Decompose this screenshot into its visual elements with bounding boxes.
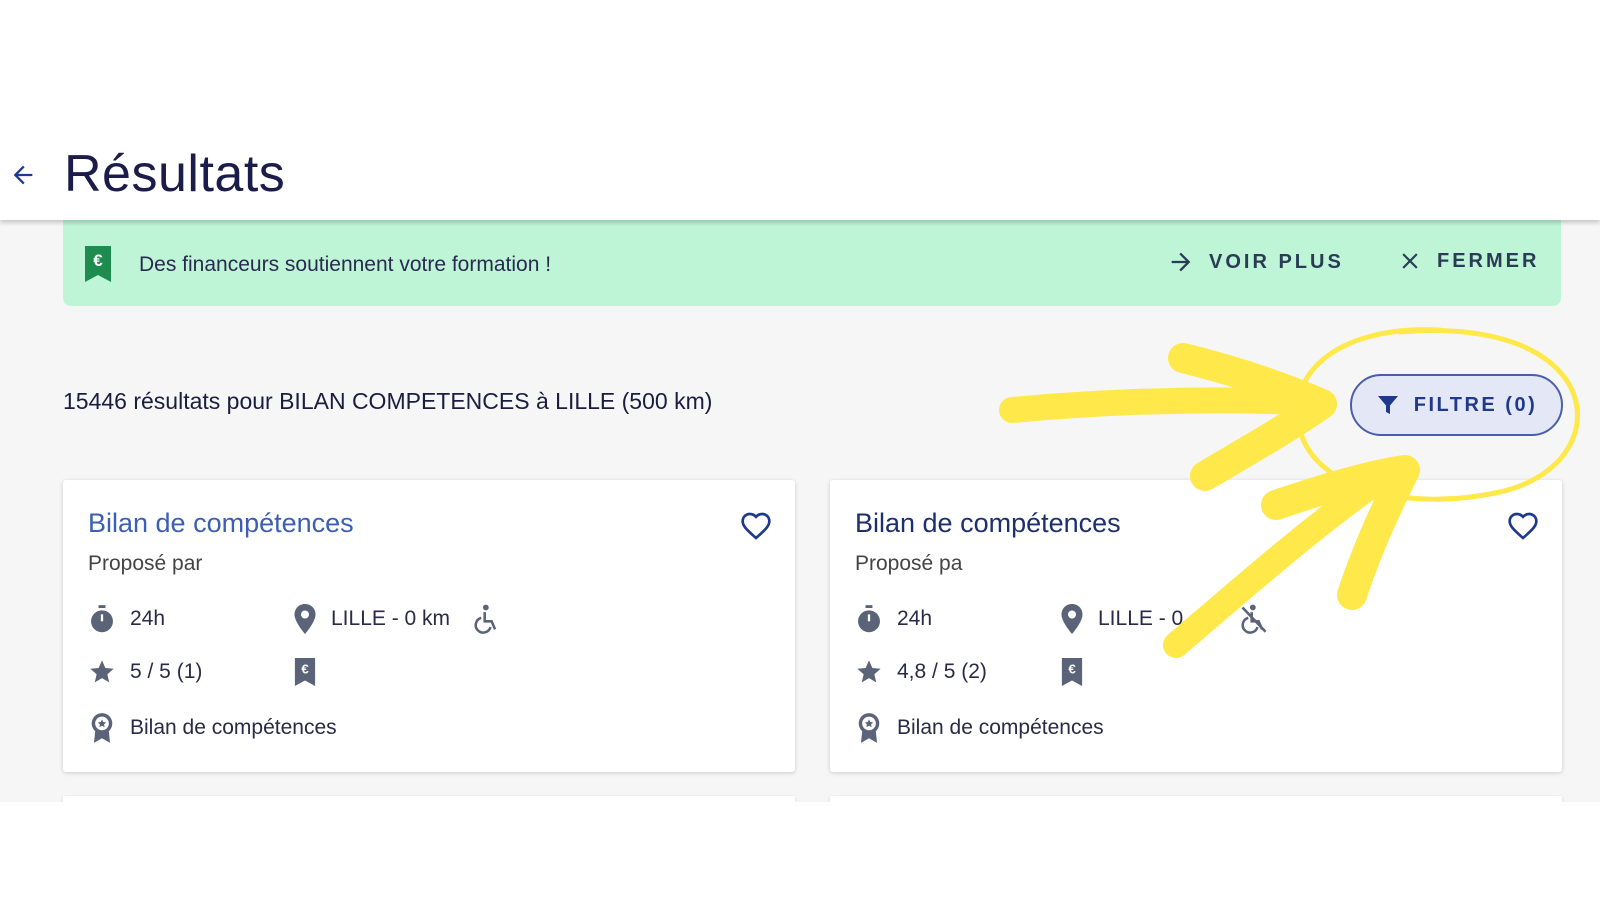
training-card-partial[interactable] [63,796,795,802]
location-meta: LILLE - 0 km [293,604,450,634]
svg-text:€: € [301,662,309,677]
stopwatch-icon [91,605,113,633]
banner-message: Des financeurs soutiennent votre formati… [139,253,552,276]
training-card-partial[interactable] [830,796,1562,802]
results-summary: 15446 résultats pour BILAN COMPETENCES à… [63,388,713,414]
euro-tag-icon: € [85,246,111,282]
funding-banner: € Des financeurs soutiennent votre forma… [63,220,1561,306]
funding-meta: € [1060,658,1084,686]
certification-value: Bilan de compétences [130,716,337,739]
filter-button[interactable]: FILTRE (0) [1350,374,1563,436]
location-value: LILLE - 0 km [331,607,451,630]
arrow-right-icon [1171,252,1191,272]
see-more-label: VOIR PLUS [1209,250,1344,273]
duration-value: 24h [897,607,933,630]
star-icon [90,660,114,683]
training-card[interactable]: Bilan de compétences Proposé pa 24h LILL… [830,480,1562,772]
rating-meta: 4,8 / 5 (2) [855,658,987,686]
see-more-button[interactable]: VOIR PLUS [1167,248,1344,276]
results-area: € Des financeurs soutiennent votre forma… [0,220,1600,802]
location-value: LILLE - 0 [1098,607,1184,630]
location-pin-icon [1061,604,1083,634]
rating-value: 5 / 5 (1) [130,660,203,683]
filter-icon [1377,396,1398,414]
app-frame: Résultats € Des financeurs soutiennent v… [0,0,1600,900]
accessibility-meta [1240,604,1268,634]
close-icon [1402,253,1418,269]
training-card[interactable]: Bilan de compétences Proposé par 24h LIL… [63,480,795,772]
wheelchair-off-icon [1241,604,1267,634]
rating-value: 4,8 / 5 (2) [897,660,987,683]
funding-meta: € [293,658,317,686]
card-title[interactable]: Bilan de compétences [88,508,354,539]
heart-icon[interactable] [1506,510,1540,542]
location-pin-icon [294,604,316,634]
duration-value: 24h [130,607,166,630]
page-title: Résultats [64,145,286,203]
svg-text:€: € [1068,662,1076,677]
award-badge-icon [858,713,880,743]
card-provider: Proposé pa [855,552,963,575]
location-meta: LILLE - 0 [1060,604,1183,634]
wheelchair-icon [474,604,497,634]
euro-tag-icon: € [1061,658,1083,686]
page-header: Résultats [0,130,1600,220]
certification-meta: Bilan de compétences [88,712,337,744]
arrow-left-icon [13,165,33,185]
award-badge-icon [91,713,113,743]
star-icon [857,660,881,683]
euro-tag-icon: € [294,658,316,686]
back-button[interactable] [8,160,38,190]
stopwatch-icon [858,605,880,633]
duration-meta: 24h [855,604,932,634]
close-banner-button[interactable]: FERMER [1397,248,1539,274]
svg-text:€: € [93,251,103,270]
accessibility-meta [473,604,501,634]
card-title[interactable]: Bilan de compétences [855,508,1121,539]
duration-meta: 24h [88,604,165,634]
certification-meta: Bilan de compétences [855,712,1104,744]
close-banner-label: FERMER [1437,249,1540,272]
filter-label: FILTRE (0) [1413,393,1538,416]
card-provider: Proposé par [88,552,203,575]
heart-icon[interactable] [739,510,773,542]
rating-meta: 5 / 5 (1) [88,658,202,686]
certification-value: Bilan de compétences [897,716,1104,739]
